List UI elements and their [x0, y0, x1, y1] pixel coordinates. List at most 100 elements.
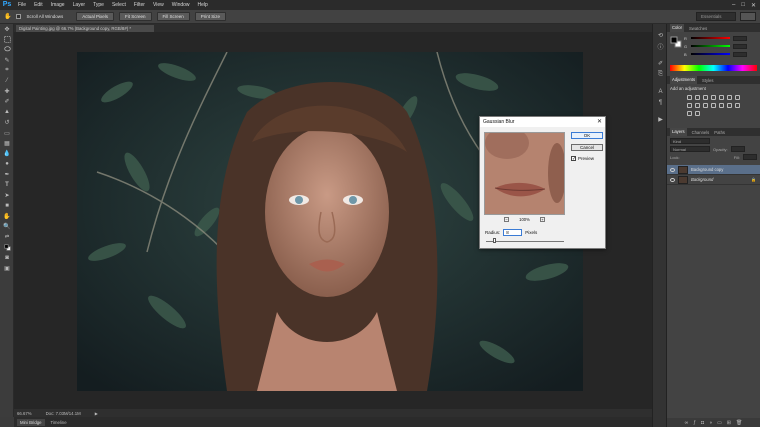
channel-mixer-icon[interactable] — [703, 103, 708, 108]
brush-tool-icon[interactable]: ✐ — [0, 97, 14, 107]
blend-mode-select[interactable]: Normal — [670, 146, 710, 152]
screen-mode-icon[interactable]: ▣ — [0, 263, 14, 273]
red-value[interactable] — [733, 35, 747, 41]
cancel-button[interactable]: Cancel — [571, 144, 603, 151]
blur-tool-icon[interactable]: 💧 — [0, 149, 14, 159]
healing-brush-tool-icon[interactable]: ✚ — [0, 86, 14, 96]
clone-stamp-tool-icon[interactable]: ▲ — [0, 107, 14, 117]
print-size-button[interactable]: Print Size — [194, 12, 227, 21]
path-selection-tool-icon[interactable]: ➤ — [0, 190, 14, 200]
history-panel-icon[interactable]: ⟲ — [653, 30, 668, 41]
blue-track[interactable] — [691, 53, 730, 55]
add-mask-icon[interactable]: ◘ — [701, 420, 704, 426]
actual-pixels-button[interactable]: Actual Pixels — [76, 12, 115, 21]
move-tool-icon[interactable]: ✥ — [0, 24, 14, 34]
levels-icon[interactable] — [695, 95, 700, 100]
quick-mask-icon[interactable]: ◙ — [0, 253, 14, 263]
zoom-in-button[interactable]: + — [539, 216, 545, 222]
actions-panel-icon[interactable]: ▶ — [653, 114, 668, 125]
vibrance-icon[interactable] — [719, 95, 724, 100]
green-track[interactable] — [691, 45, 730, 47]
tab-layers[interactable]: Layers — [670, 128, 687, 136]
swap-colors-icon[interactable]: ⇄ — [0, 232, 14, 242]
menu-view[interactable]: View — [149, 0, 168, 10]
color-balance-icon[interactable] — [735, 95, 740, 100]
threshold-icon[interactable] — [735, 103, 740, 108]
gradient-tool-icon[interactable]: ▦ — [0, 138, 14, 148]
opacity-field[interactable] — [730, 146, 745, 152]
color-swatches[interactable] — [0, 242, 14, 252]
quick-selection-tool-icon[interactable]: ✎ — [0, 55, 14, 65]
black-white-icon[interactable] — [687, 103, 692, 108]
rectangle-tool-icon[interactable]: ■ — [0, 201, 14, 211]
invert-icon[interactable] — [719, 103, 724, 108]
menu-type[interactable]: Type — [89, 0, 108, 10]
scroll-all-windows-checkbox[interactable] — [16, 14, 22, 19]
zoom-level[interactable]: 66.67% — [17, 411, 32, 416]
exposure-icon[interactable] — [711, 95, 716, 100]
ok-button[interactable]: OK — [571, 132, 603, 139]
curves-icon[interactable] — [703, 95, 708, 100]
fit-screen-button[interactable]: Fit Screen — [119, 12, 152, 21]
menu-image[interactable]: Image — [47, 0, 69, 10]
history-brush-tool-icon[interactable]: ↺ — [0, 118, 14, 128]
green-value[interactable] — [733, 43, 747, 49]
layer-name[interactable]: Background — [691, 177, 748, 182]
menu-window[interactable]: Window — [168, 0, 194, 10]
layer-row-background[interactable]: Background 🔒 — [667, 175, 760, 185]
tab-swatches[interactable]: Swatches — [689, 26, 707, 31]
minimize-button[interactable]: – — [732, 2, 735, 8]
red-track[interactable] — [691, 37, 730, 39]
visibility-eye-icon[interactable] — [670, 167, 675, 172]
lasso-tool-icon[interactable] — [0, 45, 14, 55]
radius-slider-handle[interactable] — [493, 238, 496, 243]
fg-bg-color-icon[interactable] — [670, 36, 682, 48]
close-icon[interactable]: ✕ — [597, 117, 602, 127]
menu-select[interactable]: Select — [108, 0, 130, 10]
selective-color-icon[interactable] — [695, 111, 700, 116]
radius-input[interactable]: 8 — [503, 229, 523, 236]
fx-icon[interactable]: ƒ — [693, 420, 696, 426]
brightness-icon[interactable] — [687, 95, 692, 100]
visibility-eye-icon[interactable] — [670, 177, 675, 182]
blur-preview-image[interactable] — [484, 132, 565, 215]
tab-mini-bridge[interactable]: Mini Bridge — [17, 418, 45, 426]
fill-field[interactable] — [743, 154, 757, 160]
marquee-tool-icon[interactable] — [0, 34, 14, 44]
type-tool-icon[interactable]: T — [0, 180, 14, 190]
tab-channels[interactable]: Channels — [692, 130, 710, 135]
status-arrow-icon[interactable]: ▶ — [95, 411, 98, 416]
radius-slider-track[interactable] — [486, 241, 564, 242]
new-group-icon[interactable]: ▭ — [717, 420, 722, 426]
hue-saturation-icon[interactable] — [727, 95, 732, 100]
delete-layer-icon[interactable]: 🗑 — [736, 420, 742, 426]
clone-source-icon[interactable]: ⎘ — [653, 69, 668, 80]
tab-timeline[interactable]: Timeline — [51, 420, 67, 425]
zoom-out-button[interactable]: − — [504, 216, 510, 222]
layer-row-background-copy[interactable]: Background copy — [667, 165, 760, 175]
color-spectrum-bar[interactable] — [670, 65, 757, 71]
new-adjustment-icon[interactable]: ◑ — [709, 420, 712, 426]
eraser-tool-icon[interactable]: ▭ — [0, 128, 14, 138]
gradient-map-icon[interactable] — [687, 111, 692, 116]
preview-checkbox[interactable]: ✓ — [571, 156, 576, 162]
paragraph-panel-icon[interactable]: ¶ — [653, 97, 668, 108]
tab-color[interactable]: Color — [670, 24, 685, 32]
document-tab[interactable]: Digital Painting.jpg @ 66.7% (Background… — [16, 25, 154, 32]
menu-edit[interactable]: Edit — [30, 0, 47, 10]
new-layer-icon[interactable]: ⊞ — [727, 420, 731, 426]
eyedropper-tool-icon[interactable]: ⁄ — [0, 76, 14, 86]
properties-panel-icon[interactable]: ⓘ — [653, 41, 668, 52]
pen-tool-icon[interactable]: ✒ — [0, 169, 14, 179]
character-panel-icon[interactable]: A — [653, 86, 668, 97]
fill-screen-button[interactable]: Fill Screen — [156, 12, 190, 21]
close-window-button[interactable]: ✕ — [751, 2, 756, 9]
blue-value[interactable] — [733, 51, 747, 57]
menu-help[interactable]: Help — [194, 0, 212, 10]
crop-tool-icon[interactable]: ⌗ — [0, 66, 14, 76]
layer-kind-filter[interactable]: Kind — [670, 138, 710, 144]
brush-panel-icon[interactable]: ✐ — [653, 58, 668, 69]
posterize-icon[interactable] — [727, 103, 732, 108]
hand-tool-icon[interactable]: ✋ — [0, 211, 14, 221]
menu-layer[interactable]: Layer — [69, 0, 90, 10]
